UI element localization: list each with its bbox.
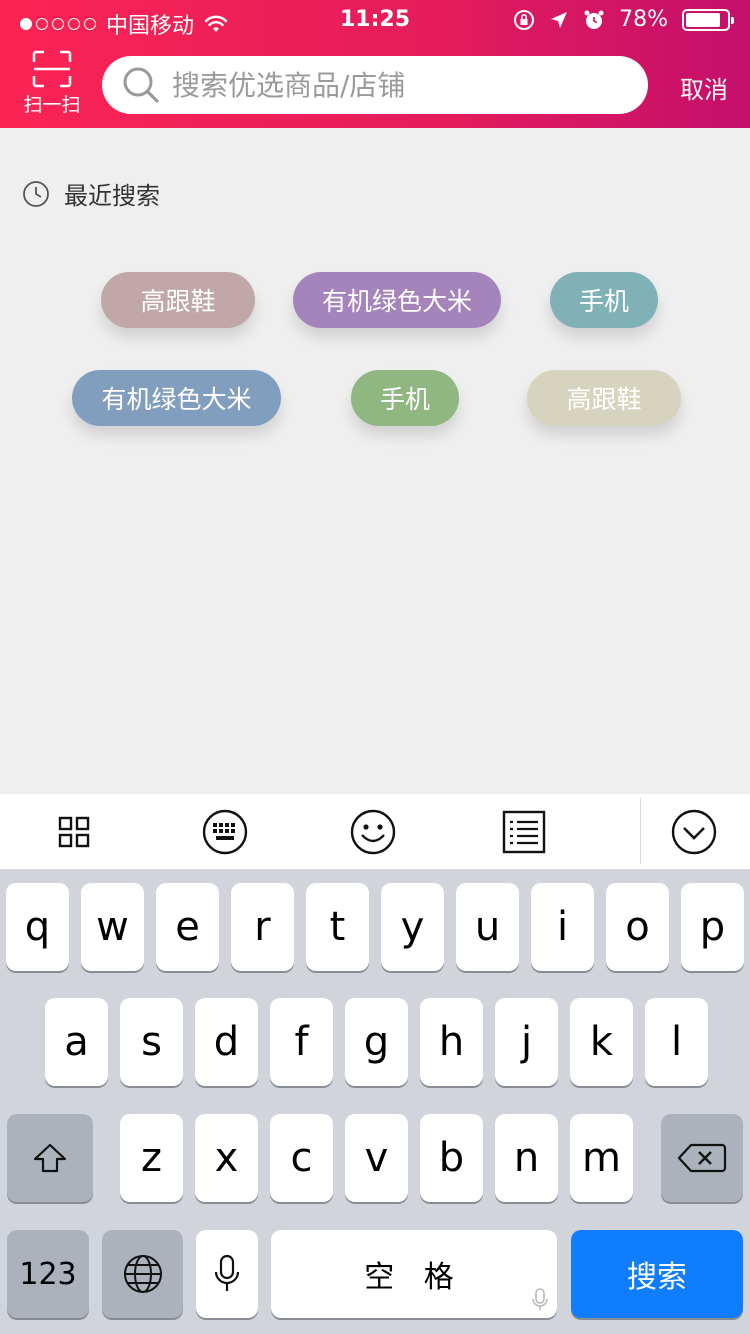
keyboard-icon [202, 809, 248, 855]
chevron-down-icon [671, 809, 717, 855]
history-tag[interactable]: 手机 [550, 272, 658, 328]
history-tag[interactable]: 手机 [351, 370, 459, 426]
history-tag[interactable]: 高跟鞋 [527, 370, 681, 426]
smiley-icon [350, 809, 396, 855]
rotation-lock-icon [514, 9, 535, 30]
shift-key[interactable] [7, 1114, 93, 1202]
numbers-key[interactable]: 123 [7, 1230, 89, 1318]
clock-icon [23, 180, 49, 207]
mini-microphone-icon [532, 1288, 548, 1310]
key-b[interactable]: b [420, 1114, 483, 1202]
location-arrow-icon [551, 11, 568, 28]
history-tag[interactable]: 高跟鞋 [101, 272, 255, 328]
key-e[interactable]: e [156, 883, 219, 971]
keyboard: q w e r t y u i o p a s d f g h j k l z … [0, 870, 750, 1334]
app-header: 中国移动 11:25 78% 扫一扫 搜索优选商品/店铺 取消 [0, 0, 750, 128]
microphone-key[interactable] [196, 1230, 258, 1318]
status-bar: 中国移动 11:25 78% [0, 0, 750, 42]
key-p[interactable]: p [681, 883, 744, 971]
key-j[interactable]: j [495, 998, 558, 1086]
search-icon [123, 67, 159, 103]
apps-grid-button[interactable] [48, 806, 100, 858]
key-u[interactable]: u [456, 883, 519, 971]
alarm-icon [584, 10, 604, 29]
keyboard-toolbar [0, 794, 750, 870]
key-q[interactable]: q [6, 883, 69, 971]
key-f[interactable]: f [270, 998, 333, 1086]
backspace-key[interactable] [661, 1114, 743, 1202]
scan-button[interactable]: 扫一扫 [18, 50, 86, 117]
key-w[interactable]: w [81, 883, 144, 971]
key-g[interactable]: g [345, 998, 408, 1086]
shift-icon [33, 1143, 67, 1173]
key-m[interactable]: m [570, 1114, 633, 1202]
recent-searches-header: 最近搜索 [22, 176, 160, 211]
clipboard-button[interactable] [498, 806, 550, 858]
backspace-icon [677, 1143, 727, 1173]
key-n[interactable]: n [495, 1114, 558, 1202]
key-d[interactable]: d [195, 998, 258, 1086]
key-a[interactable]: a [45, 998, 108, 1086]
recent-searches-title: 最近搜索 [64, 182, 160, 210]
space-key-label: 空 格 [364, 1260, 464, 1295]
scan-icon [32, 50, 72, 88]
key-k[interactable]: k [570, 998, 633, 1086]
battery-percent: 78% [619, 7, 668, 32]
key-r[interactable]: r [231, 883, 294, 971]
key-x[interactable]: x [195, 1114, 258, 1202]
history-tag[interactable]: 有机绿色大米 [293, 272, 501, 328]
key-z[interactable]: z [120, 1114, 183, 1202]
battery-icon [682, 8, 734, 31]
keyboard-switch-button[interactable] [199, 806, 251, 858]
history-tag[interactable]: 有机绿色大米 [72, 370, 281, 426]
cancel-button[interactable]: 取消 [680, 70, 728, 105]
key-l[interactable]: l [645, 998, 708, 1086]
search-bar[interactable] [102, 56, 648, 114]
key-v[interactable]: v [345, 1114, 408, 1202]
toolbar-divider [640, 798, 641, 864]
hide-keyboard-button[interactable] [668, 806, 720, 858]
key-o[interactable]: o [606, 883, 669, 971]
scan-label: 扫一扫 [23, 94, 81, 116]
emoji-button[interactable] [347, 806, 399, 858]
globe-icon [123, 1255, 162, 1293]
search-key[interactable]: 搜索 [571, 1230, 743, 1318]
globe-key[interactable] [102, 1230, 183, 1318]
list-icon [502, 810, 546, 854]
key-s[interactable]: s [120, 998, 183, 1086]
key-i[interactable]: i [531, 883, 594, 971]
key-c[interactable]: c [270, 1114, 333, 1202]
key-y[interactable]: y [381, 883, 444, 971]
space-key[interactable]: 空 格 [271, 1230, 557, 1318]
microphone-icon [214, 1254, 240, 1291]
search-input[interactable] [172, 68, 642, 102]
key-h[interactable]: h [420, 998, 483, 1086]
key-t[interactable]: t [306, 883, 369, 971]
grid-icon [58, 816, 90, 848]
